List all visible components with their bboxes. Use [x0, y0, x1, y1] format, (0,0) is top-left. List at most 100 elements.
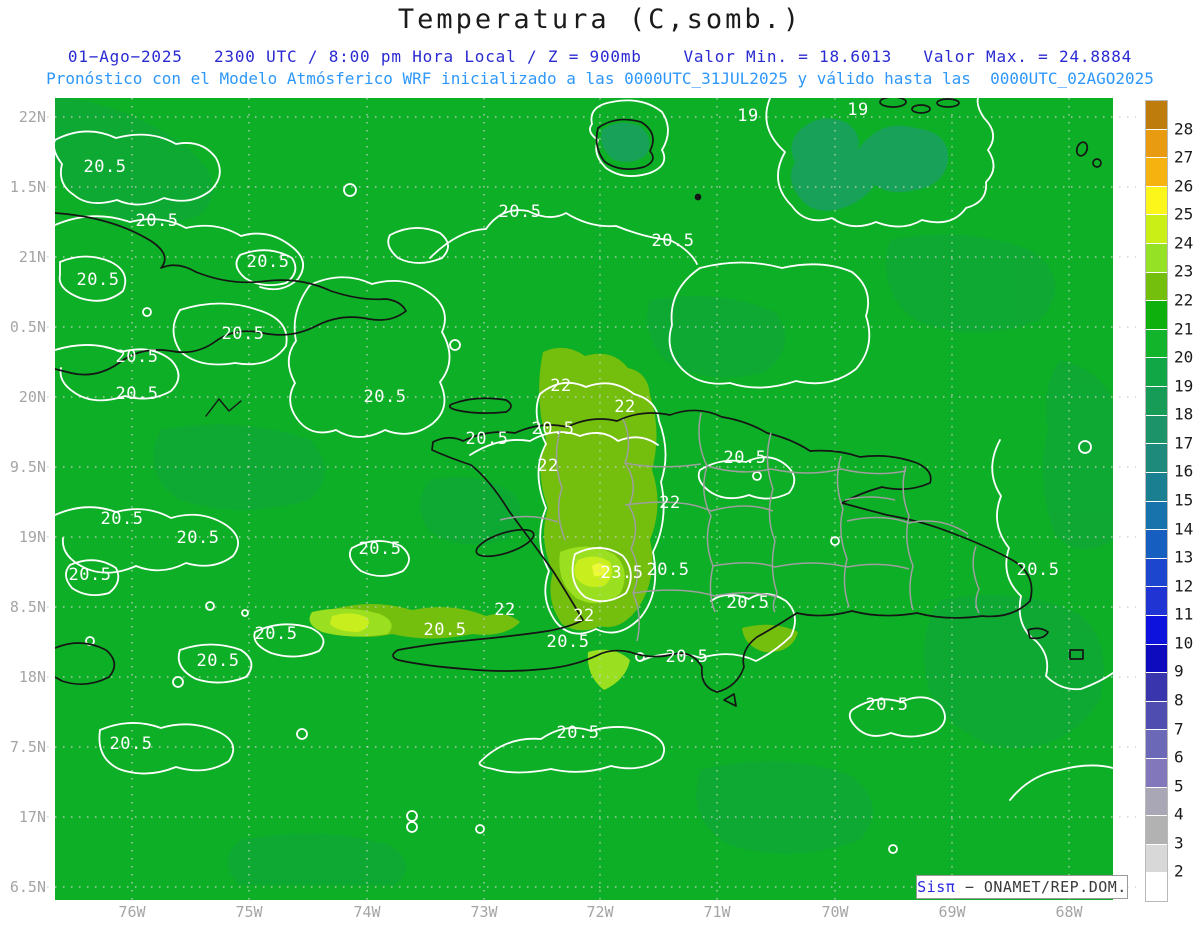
colorbar-cell	[1146, 701, 1167, 730]
contour-label: 20.5	[866, 695, 909, 715]
lat-tick-label: 9.5N	[0, 458, 46, 476]
lat-tick-label: 0.5N	[0, 318, 46, 336]
map-canvas	[0, 0, 1200, 927]
colorbar-cell	[1146, 615, 1167, 644]
lon-tick-label: 68W	[1055, 903, 1082, 921]
colorbar-cell	[1146, 329, 1167, 358]
colorbar-tick-label: 26	[1174, 176, 1193, 195]
lon-tick-label: 75W	[235, 903, 262, 921]
contour-label: 20.5	[222, 324, 265, 344]
contour-label: 20.5	[724, 448, 767, 468]
contour-label: 20.5	[499, 202, 542, 222]
contour-label: 20.5	[116, 384, 159, 404]
contour-label: 20.5	[466, 429, 509, 449]
contour-label: 20.5	[84, 157, 127, 177]
credit-badge: Sisπ − ONAMET/REP.DOM.	[916, 875, 1128, 899]
contour-label: 20.5	[647, 560, 690, 580]
colorbar-tick-label: 17	[1174, 433, 1193, 452]
colorbar-tick-label: 21	[1174, 319, 1193, 338]
lat-tick-label: 20N	[0, 388, 46, 406]
lon-tick-label: 76W	[118, 903, 145, 921]
contour-label: 20.5	[110, 734, 153, 754]
lat-tick-label: 19N	[0, 528, 46, 546]
colorbar-cell	[1146, 443, 1167, 472]
colorbar-tick-label: 7	[1174, 719, 1184, 738]
colorbar-cell	[1146, 214, 1167, 243]
colorbar-cell	[1146, 101, 1167, 129]
contour-label: 20.5	[364, 387, 407, 407]
lat-tick-label: 6.5N	[0, 878, 46, 896]
contour-label: 19	[847, 100, 868, 120]
colorbar-tick-label: 2	[1174, 862, 1184, 881]
colorbar-tick-label: 6	[1174, 748, 1184, 767]
contour-label: 20.5	[547, 632, 590, 652]
colorbar-cell	[1146, 672, 1167, 701]
contour-label: 20.5	[359, 539, 402, 559]
lon-tick-label: 71W	[703, 903, 730, 921]
colorbar-tick-label: 23	[1174, 262, 1193, 281]
colorbar-tick-label: 4	[1174, 805, 1184, 824]
lat-tick-label: 22N	[0, 108, 46, 126]
colorbar-cell	[1146, 586, 1167, 615]
colorbar-cell	[1146, 872, 1167, 901]
colorbar-tick-label: 15	[1174, 491, 1193, 510]
colorbar-tick-label: 11	[1174, 605, 1193, 624]
colorbar-tick-label: 25	[1174, 205, 1193, 224]
contour-label: 22	[494, 600, 515, 620]
colorbar-tick-label: 14	[1174, 519, 1193, 538]
colorbar-cell	[1146, 501, 1167, 530]
contour-label: 20.5	[652, 231, 695, 251]
colorbar-cell	[1146, 272, 1167, 301]
contour-label: 20.5	[666, 647, 709, 667]
contour-label: 20.5	[424, 620, 467, 640]
contour-label: 20.5	[136, 211, 179, 231]
lon-tick-label: 70W	[821, 903, 848, 921]
colorbar-tick-label: 3	[1174, 833, 1184, 852]
colorbar-tick-label: 27	[1174, 148, 1193, 167]
colorbar-cell	[1146, 129, 1167, 158]
lat-tick-label: 18N	[0, 668, 46, 686]
contour-label: 20.5	[101, 509, 144, 529]
colorbar-cell	[1146, 844, 1167, 873]
onamet-org-label: − ONAMET/REP.DOM.	[965, 878, 1127, 896]
contour-label: 22	[537, 456, 558, 476]
contour-label: 22	[614, 397, 635, 417]
colorbar-cell	[1146, 300, 1167, 329]
colorbar-cell	[1146, 472, 1167, 501]
contour-label: 23.5	[601, 563, 644, 583]
colorbar-tick-label: 5	[1174, 776, 1184, 795]
colorbar-tick-label: 16	[1174, 462, 1193, 481]
colorbar-tick-label: 10	[1174, 633, 1193, 652]
contour-label: 22	[573, 606, 594, 626]
lon-tick-label: 72W	[586, 903, 613, 921]
colorbar-tick-label: 22	[1174, 291, 1193, 310]
colorbar-cell	[1146, 644, 1167, 673]
contour-label: 22	[550, 376, 571, 396]
contour-label: 22	[659, 493, 680, 513]
colorbar-cell	[1146, 415, 1167, 444]
contour-label: 20.5	[77, 270, 120, 290]
colorbar-cell	[1146, 186, 1167, 215]
colorbar-cell	[1146, 815, 1167, 844]
colorbar-cell	[1146, 157, 1167, 186]
colorbar-tick-label: 8	[1174, 691, 1184, 710]
colorbar-cell	[1146, 243, 1167, 272]
wrf-temperature-map-page: Temperatura (C,somb.) 01−Ago−2025 2300 U…	[0, 0, 1200, 927]
colorbar	[1145, 100, 1168, 902]
colorbar-tick-label: 9	[1174, 662, 1184, 681]
contour-label: 20.5	[116, 347, 159, 367]
colorbar-cell	[1146, 529, 1167, 558]
colorbar-cell	[1146, 729, 1167, 758]
lon-tick-label: 74W	[353, 903, 380, 921]
lon-tick-label: 73W	[470, 903, 497, 921]
contour-label: 20.5	[255, 624, 298, 644]
contour-label: 20.5	[69, 565, 112, 585]
lon-tick-label: 69W	[938, 903, 965, 921]
onamet-org-label	[955, 878, 965, 896]
contour-label: 20.5	[557, 723, 600, 743]
colorbar-tick-label: 20	[1174, 348, 1193, 367]
colorbar-cell	[1146, 787, 1167, 816]
contour-label: 20.5	[247, 252, 290, 272]
small-cay	[696, 195, 701, 200]
colorbar-cell	[1146, 758, 1167, 787]
